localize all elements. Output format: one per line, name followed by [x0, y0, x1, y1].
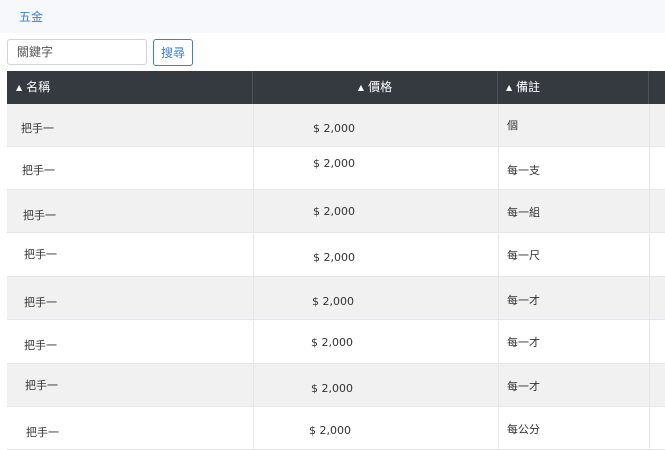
- cell-remark: 每一才: [507, 380, 540, 393]
- cell-price: $ 2,000: [313, 251, 355, 264]
- cell-name: 把手一: [24, 248, 57, 261]
- column-divider: [253, 147, 254, 189]
- breadcrumb-link[interactable]: 五金: [19, 8, 43, 25]
- column-divider: [498, 407, 499, 449]
- column-header-label: 價格: [368, 80, 393, 94]
- column-divider: [253, 321, 254, 363]
- column-divider: [253, 364, 254, 406]
- cell-name: 把手一: [25, 379, 58, 392]
- column-divider: [253, 407, 254, 449]
- column-divider: [498, 364, 499, 406]
- column-divider: [253, 277, 254, 319]
- cell-name: 把手一: [26, 426, 59, 439]
- column-divider: [253, 104, 254, 146]
- cell-price: $ 2,000: [312, 295, 354, 308]
- table-row[interactable]: 把手一 $ 2,000 個: [7, 104, 665, 147]
- column-divider: [649, 104, 650, 146]
- column-divider: [649, 147, 650, 189]
- column-divider: [498, 147, 499, 189]
- cell-price: $ 2,000: [311, 336, 353, 349]
- cell-price: $ 2,000: [311, 382, 353, 395]
- column-divider: [649, 321, 650, 363]
- cell-price: $ 2,000: [313, 157, 355, 170]
- cell-remark: 每一才: [507, 294, 540, 307]
- breadcrumb-bar: 五金: [0, 0, 665, 33]
- column-header-price[interactable]: ▲︎ 價格: [253, 71, 498, 104]
- cell-name: 把手一: [22, 164, 55, 177]
- cell-price: $ 2,000: [313, 122, 355, 135]
- data-table: ▲ 名稱 ▲︎ 價格 ▲︎ 備註 把手一 $ 2,000 個把手一 $ 2,000 每一支 把手…: [7, 71, 665, 450]
- cell-name: 把手一: [23, 209, 56, 222]
- column-divider: [498, 277, 499, 319]
- cell-name: 把手一: [24, 296, 57, 309]
- column-divider: [498, 104, 499, 146]
- cell-remark: 每一組: [507, 206, 540, 219]
- column-header-label: 備註: [516, 80, 541, 94]
- table-header: ▲ 名稱 ▲︎ 價格 ▲︎ 備註: [7, 71, 665, 104]
- table-row[interactable]: 把手一 $ 2,000 每一才: [7, 321, 665, 364]
- cell-price: $ 2,000: [309, 424, 351, 437]
- cell-remark: 每公分: [507, 423, 540, 436]
- column-divider: [649, 277, 650, 319]
- column-divider: [649, 190, 650, 232]
- cell-price: $ 2,000: [313, 205, 355, 218]
- table-row[interactable]: 把手一 $ 2,000 每一才: [7, 277, 665, 320]
- column-header-name[interactable]: ▲ 名稱: [7, 71, 253, 104]
- cell-remark: 每一才: [507, 336, 540, 349]
- sort-up-icon: ▲: [16, 83, 23, 92]
- column-divider: [649, 234, 650, 276]
- table-row[interactable]: 把手一 $ 2,000 每一支: [7, 147, 665, 190]
- table-row[interactable]: 把手一 $ 2,000 每公分: [7, 407, 665, 450]
- cell-remark: 每一支: [507, 164, 540, 177]
- cell-name: 把手一: [24, 339, 57, 352]
- sort-icon: ▲︎: [506, 83, 513, 92]
- column-header-extra: [649, 71, 665, 104]
- cell-remark: 每一尺: [507, 249, 540, 262]
- column-header-remark[interactable]: ▲︎ 備註: [498, 71, 649, 104]
- column-divider: [649, 364, 650, 406]
- column-header-label: 名稱: [26, 80, 51, 94]
- cell-name: 把手一: [21, 122, 54, 135]
- search-button[interactable]: 搜尋: [153, 39, 193, 66]
- column-divider: [498, 321, 499, 363]
- column-divider: [253, 234, 254, 276]
- table-row[interactable]: 把手一 $ 2,000 每一組: [7, 190, 665, 233]
- table-row[interactable]: 把手一 $ 2,000 每一尺: [7, 234, 665, 277]
- column-divider: [498, 234, 499, 276]
- column-divider: [649, 407, 650, 449]
- cell-remark: 個: [507, 119, 518, 132]
- column-divider: [253, 190, 254, 232]
- table-row[interactable]: 把手一 $ 2,000 每一才: [7, 364, 665, 407]
- column-divider: [498, 190, 499, 232]
- sort-icon: ▲︎: [357, 83, 365, 92]
- search-input[interactable]: [7, 39, 147, 65]
